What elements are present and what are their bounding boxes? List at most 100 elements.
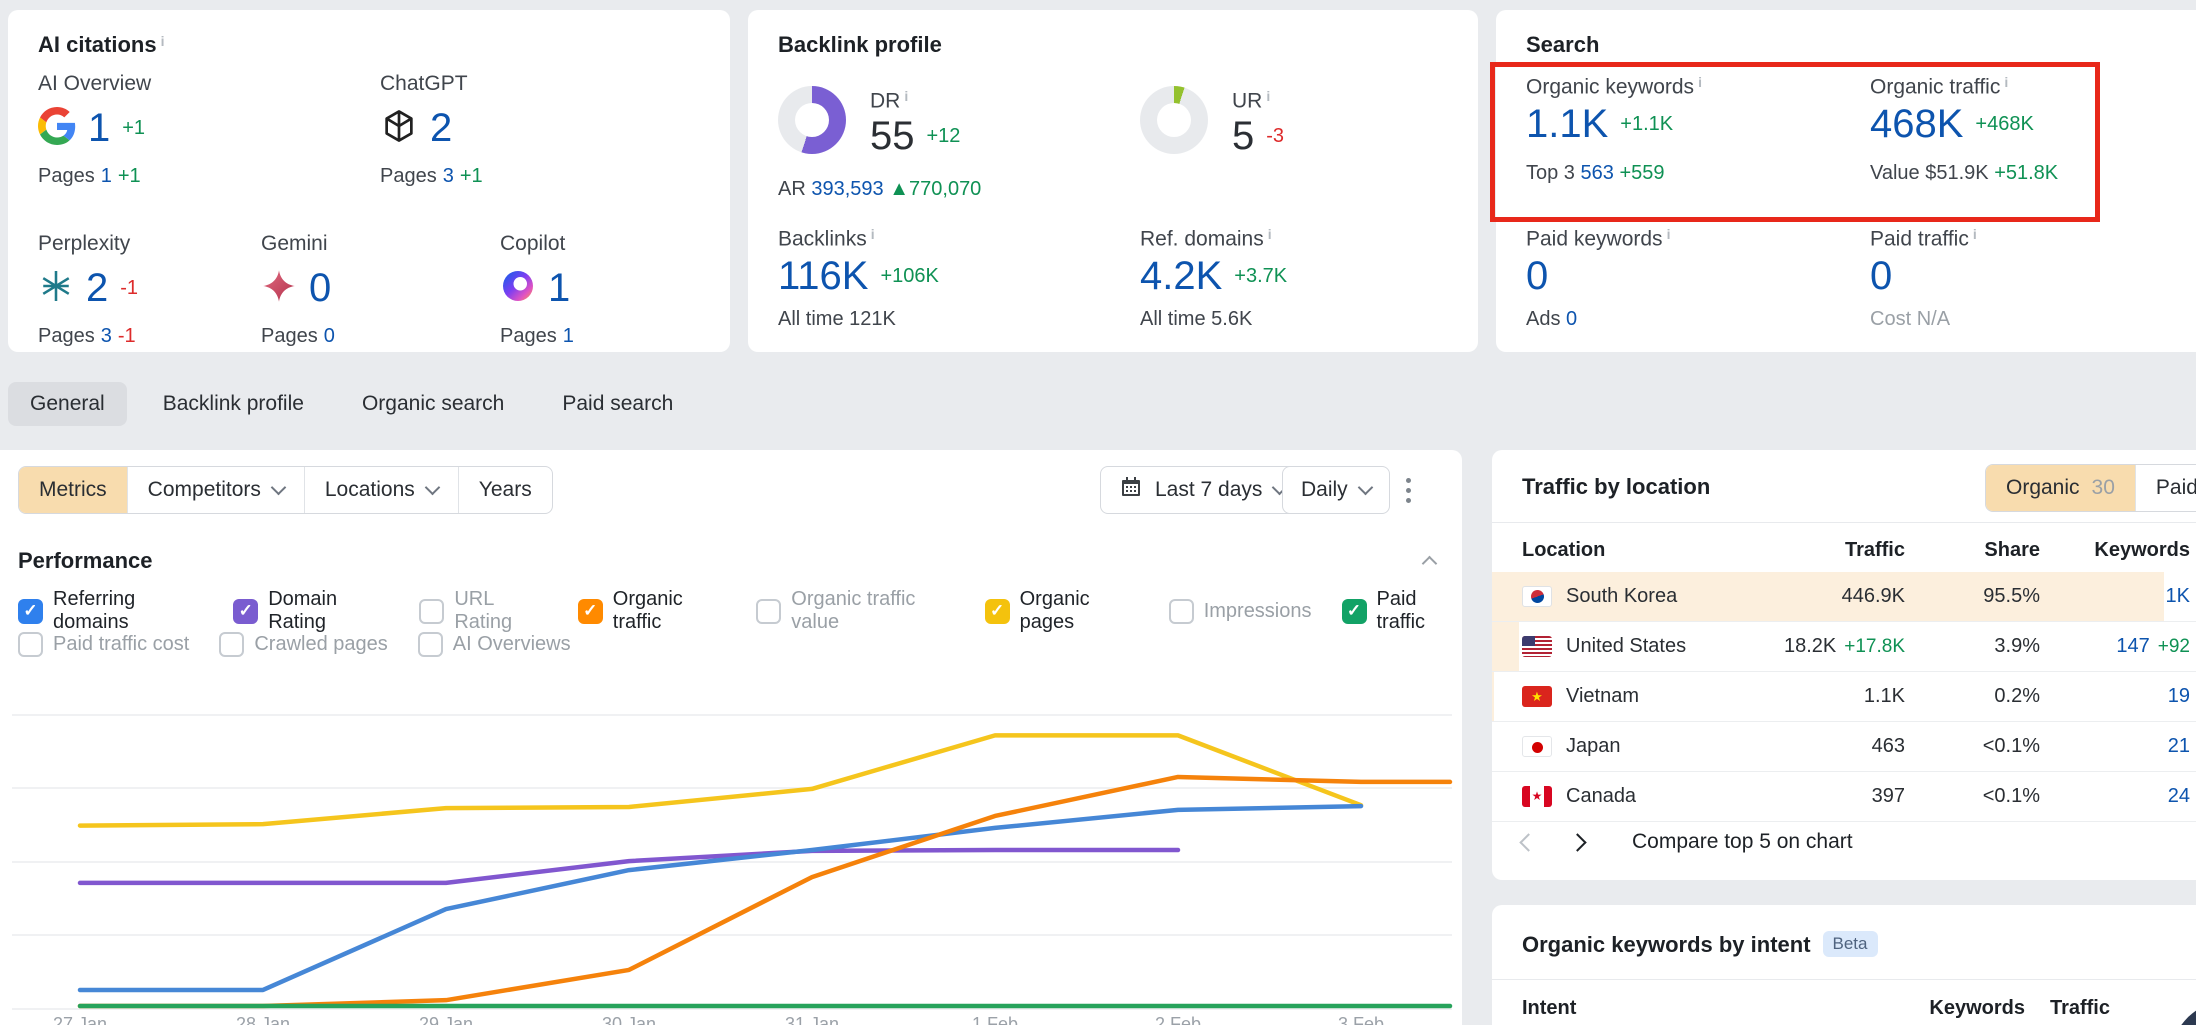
traffic-by-location-title: Traffic by location xyxy=(1522,474,1710,500)
backlinks-value[interactable]: 116K xyxy=(778,254,868,299)
filter-competitors[interactable]: Competitors xyxy=(128,467,305,513)
series-referring-domains xyxy=(80,806,1361,990)
more-options-button[interactable] xyxy=(1398,470,1419,511)
dr-delta: +12 xyxy=(927,125,961,148)
gemini-count: 0 xyxy=(309,266,331,311)
info-icon[interactable]: i xyxy=(1268,226,1272,242)
info-icon[interactable]: i xyxy=(904,88,908,104)
intent-title-row: Organic keywords by intentBeta xyxy=(1522,931,1878,958)
metric-organic-pages[interactable]: ✓Organic pages xyxy=(985,588,1139,634)
table-row-vietnam: ★Vietnam 1.1K 0.2% 19 xyxy=(1492,672,2196,722)
metric-paid-traffic-cost[interactable]: ✓Paid traffic cost xyxy=(18,632,189,657)
checkbox-icon[interactable]: ✓ xyxy=(233,599,258,624)
info-icon[interactable]: i xyxy=(2004,74,2008,90)
checkbox-icon[interactable]: ✓ xyxy=(578,599,603,624)
tab-organic-search[interactable]: Organic search xyxy=(340,382,526,426)
location-table-header: Location Traffic Share Keywords xyxy=(1492,528,2196,572)
paid-traffic-label: Paid traffici xyxy=(1870,226,1977,251)
checkbox-icon[interactable]: ✓ xyxy=(985,599,1010,624)
perplexity-icon xyxy=(38,268,74,309)
info-icon[interactable]: i xyxy=(1667,226,1671,242)
info-icon[interactable]: i xyxy=(871,226,875,242)
metric-url-rating[interactable]: ✓URL Rating xyxy=(419,588,547,634)
col-location[interactable]: Location xyxy=(1492,539,1730,562)
next-page-icon[interactable] xyxy=(1568,833,1586,851)
checkbox-icon[interactable]: ✓ xyxy=(756,599,781,624)
ads-line: Ads 0 xyxy=(1526,308,1577,331)
checkbox-icon[interactable]: ✓ xyxy=(419,599,444,624)
metric-referring-domains[interactable]: ✓Referring domains xyxy=(18,588,203,634)
paid-traffic-value[interactable]: 0 xyxy=(1870,254,1892,299)
organic-traffic-value[interactable]: 468K xyxy=(1870,102,1963,147)
tab-paid-search[interactable]: Paid search xyxy=(540,382,695,426)
info-icon[interactable]: i xyxy=(1698,74,1702,90)
toggle-organic[interactable]: Organic30 xyxy=(1986,465,2136,511)
compare-top5-link[interactable]: Compare top 5 on chart xyxy=(1632,830,1853,854)
performance-title: Performance xyxy=(18,548,153,574)
prev-page-icon[interactable] xyxy=(1519,833,1537,851)
info-icon[interactable]: i xyxy=(1266,88,1270,104)
metric-domain-rating[interactable]: ✓Domain Rating xyxy=(233,588,389,634)
info-icon[interactable]: i xyxy=(161,33,165,49)
ar-value[interactable]: 393,593 xyxy=(811,178,883,200)
metric-paid-traffic[interactable]: ✓Paid traffic xyxy=(1342,588,1463,634)
checkbox-icon[interactable]: ✓ xyxy=(18,599,43,624)
metric-checkbox-row-1: ✓Referring domains ✓Domain Rating ✓URL R… xyxy=(18,588,1462,634)
top3-line: Top 3 563 +559 xyxy=(1526,162,1665,185)
col-share[interactable]: Share xyxy=(1905,539,2040,562)
copilot-pages: Pages1 xyxy=(500,325,580,348)
svg-text:27 Jan: 27 Jan xyxy=(53,1014,107,1025)
organic-keywords-value[interactable]: 1.1K xyxy=(1526,102,1608,147)
filter-years[interactable]: Years xyxy=(459,467,552,513)
col-traffic[interactable]: Traffic xyxy=(1730,539,1905,562)
checkbox-icon[interactable]: ✓ xyxy=(219,632,244,657)
cost-line: Cost N/A xyxy=(1870,308,1950,331)
chevron-down-icon xyxy=(1357,480,1373,496)
table-row-south-korea: South Korea 446.9K 95.5% 1K xyxy=(1492,572,2196,622)
filter-locations[interactable]: Locations xyxy=(305,467,459,513)
organic-paid-toggle: Organic30 Paid0 xyxy=(1985,464,2196,512)
gemini-pages: Pages0 xyxy=(261,325,341,348)
metric-impressions[interactable]: ✓Impressions xyxy=(1169,599,1312,624)
search-card: Search Organic keywordsi 1.1K +1.1K Top … xyxy=(1496,10,2196,352)
info-icon[interactable]: i xyxy=(1973,226,1977,242)
keywords-link[interactable]: 147 xyxy=(2116,635,2149,657)
metric-organic-traffic[interactable]: ✓Organic traffic xyxy=(578,588,727,634)
divider xyxy=(1492,979,2196,980)
google-icon xyxy=(38,107,76,150)
checkbox-icon[interactable]: ✓ xyxy=(418,632,443,657)
perplexity-count: 2 xyxy=(86,266,108,311)
date-range-button[interactable]: Last 7 days xyxy=(1100,466,1304,514)
checkbox-icon[interactable]: ✓ xyxy=(1169,599,1194,624)
keywords-by-intent-card: Organic keywords by intentBeta Intent Ke… xyxy=(1492,905,2196,1025)
metric-crawled-pages[interactable]: ✓Crawled pages xyxy=(219,632,387,657)
keywords-link[interactable]: 24 xyxy=(2168,785,2190,807)
openai-icon xyxy=(380,107,418,150)
top3-value[interactable]: 563 xyxy=(1581,162,1614,184)
organic-traffic-label: Organic traffici xyxy=(1870,74,2008,99)
tab-backlink-profile[interactable]: Backlink profile xyxy=(141,382,326,426)
filter-metrics[interactable]: Metrics xyxy=(19,467,128,513)
svg-text:28 Jan: 28 Jan xyxy=(236,1014,290,1025)
ai-overview-delta: +1 xyxy=(122,117,145,140)
metric-ai-overviews[interactable]: ✓AI Overviews xyxy=(418,632,571,657)
col-keywords[interactable]: Keywords xyxy=(2040,539,2196,562)
backlink-profile-card: Backlink profile DRi 55 +12 AR 393,593 ▲… xyxy=(748,10,1478,352)
toggle-paid[interactable]: Paid0 xyxy=(2136,465,2196,511)
keywords-link[interactable]: 21 xyxy=(2168,735,2190,757)
ur-gauge xyxy=(1140,86,1208,154)
organic-keywords-label: Organic keywordsi xyxy=(1526,74,1702,99)
tab-general[interactable]: General xyxy=(8,382,127,426)
granularity-button[interactable]: Daily xyxy=(1282,466,1390,514)
collapse-chevron-icon[interactable] xyxy=(1422,556,1438,572)
chevron-down-icon xyxy=(271,480,287,496)
keywords-link[interactable]: 1K xyxy=(2166,585,2190,607)
checkbox-icon[interactable]: ✓ xyxy=(18,632,43,657)
beta-badge: Beta xyxy=(1823,931,1878,957)
keywords-link[interactable]: 19 xyxy=(2168,685,2190,707)
ref-domains-value[interactable]: 4.2K xyxy=(1140,254,1222,299)
svg-text:3 Feb: 3 Feb xyxy=(1338,1014,1384,1025)
metric-organic-traffic-value[interactable]: ✓Organic traffic value xyxy=(756,588,954,634)
paid-keywords-value[interactable]: 0 xyxy=(1526,254,1548,299)
checkbox-icon[interactable]: ✓ xyxy=(1342,599,1367,624)
